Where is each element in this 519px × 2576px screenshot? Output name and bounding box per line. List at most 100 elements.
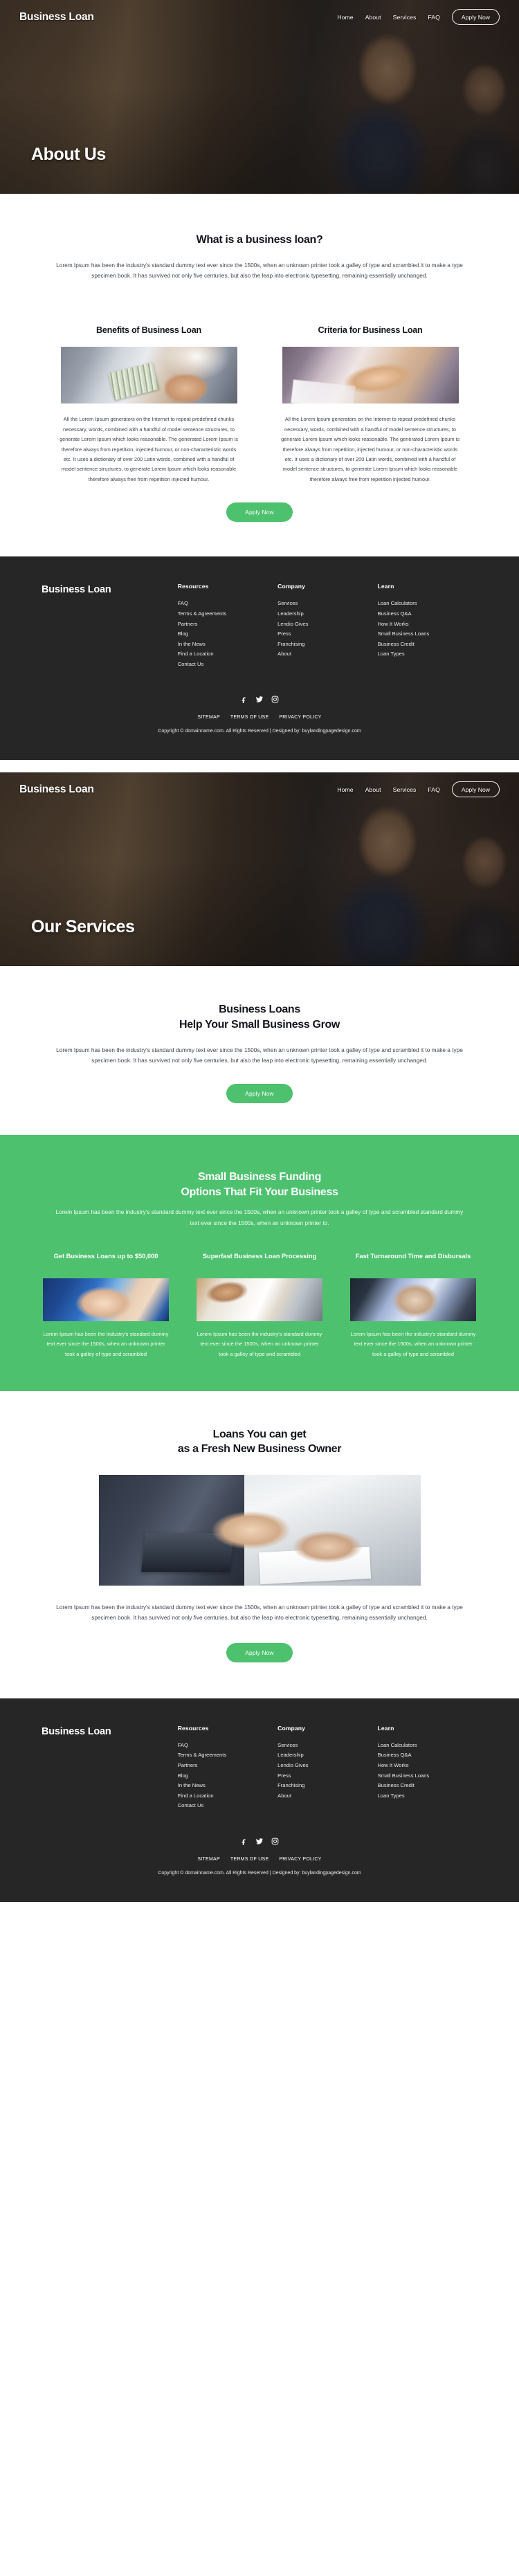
footer-link-partners[interactable]: Partners [178,1761,277,1771]
footer-link-loan-types[interactable]: Loan Types [378,1791,477,1802]
footer-link-press[interactable]: Press [277,629,377,640]
footer-link-faq[interactable]: FAQ [178,599,277,609]
hero-overlay [0,0,519,194]
card-title-processing: Superfast Business Loan Processing [202,1253,317,1260]
footer-link-terms[interactable]: Terms & Agreements [178,609,277,619]
footer-link-blog[interactable]: Blog [178,1771,277,1781]
nav-item-home[interactable]: Home [337,14,353,21]
site-logo[interactable]: Business Loan [19,11,94,24]
instagram-icon[interactable] [271,1838,279,1845]
footer-learn-title: Learn [377,1724,394,1732]
about-cta-wrap: Apply Now [0,484,519,556]
services-intro-title-line1: Business Loans [219,1004,300,1016]
footer-column-learn: Learn Loan Calculators Business Q&A How … [378,1725,477,1811]
footer-link-loan-types[interactable]: Loan Types [378,649,477,660]
loans-body: Lorem Ipsum has been the industry's stan… [56,1604,463,1622]
footer-link-leadership[interactable]: Leadership [277,1750,377,1761]
footer-copyright: Copyright © domainname.com. All Rights R… [158,729,361,734]
nav-item-home[interactable]: Home [337,786,353,793]
footer-link-lendio-gives[interactable]: Lendio Gives [277,619,377,630]
nav-item-about[interactable]: About [365,786,381,793]
footer-link-contact-us[interactable]: Contact Us [178,660,277,670]
nav-item-faq[interactable]: FAQ [428,786,440,793]
funding-title-line1: Small Business Funding [197,1171,322,1183]
nav-item-faq[interactable]: FAQ [428,14,440,21]
nav-item-services[interactable]: Services [393,14,417,21]
footer-link-loan-calculators[interactable]: Loan Calculators [378,1741,477,1751]
twitter-icon[interactable] [255,696,264,703]
legal-link-sitemap[interactable]: SITEMAP [197,1857,219,1862]
footer-column-resources: Resources FAQ Terms & Agreements Partner… [178,1725,277,1811]
footer-link-about[interactable]: About [277,1791,377,1802]
footer-link-business-credit[interactable]: Business Credit [378,1781,477,1791]
footer-link-business-credit[interactable]: Business Credit [378,640,477,650]
about-apply-now-button[interactable]: Apply Now [226,502,293,523]
footer-link-blog[interactable]: Blog [178,629,277,640]
services-apply-now-button[interactable]: Apply Now [226,1084,293,1104]
footer-link-in-the-news[interactable]: In the News [178,640,277,650]
card-body-loan-amount: Lorem Ipsum has been the industry's stan… [43,1331,169,1357]
loans-apply-now-button[interactable]: Apply Now [226,1642,293,1662]
nav-links: Home About Services FAQ Apply Now [337,9,500,25]
footer-link-in-the-news[interactable]: In the News [178,1781,277,1791]
laptop-shape [140,1533,234,1572]
about-hero: Business Loan Home About Services FAQ Ap… [0,0,519,194]
footer-column-company: Company Services Leadership Lendio Gives… [277,1725,377,1811]
legal-link-privacy-policy[interactable]: PRIVACY POLICY [279,715,321,720]
legal-link-terms-of-use[interactable]: TERMS OF USE [230,1857,269,1862]
criteria-column: Criteria for Business Loan All the Lorem… [270,325,471,484]
footer-legal-links: SITEMAP TERMS OF USE PRIVACY POLICY [0,715,519,720]
funding-cards: Get Business Loans up to $50,000 Lorem I… [0,1252,519,1359]
social-links [0,1838,519,1845]
footer-link-services[interactable]: Services [277,1741,377,1751]
nav-apply-now-button[interactable]: Apply Now [451,781,500,798]
footer-link-about[interactable]: About [277,649,377,660]
legal-link-sitemap[interactable]: SITEMAP [197,715,219,720]
twitter-icon[interactable] [255,1838,264,1845]
benefits-column: Benefits of Business Loan All the Lorem … [48,325,249,484]
facebook-icon[interactable] [240,1838,248,1845]
intro-body: Lorem Ipsum has been the industry's stan… [56,261,463,279]
card-body-processing: Lorem Ipsum has been the industry's stan… [197,1331,322,1357]
footer-link-partners[interactable]: Partners [178,619,277,630]
footer-learn-title: Learn [377,583,394,590]
footer-company-title: Company [277,583,305,590]
footer-link-how-it-works[interactable]: How It Works [378,619,477,630]
nav-apply-now-button[interactable]: Apply Now [451,9,500,25]
benefits-criteria-section: Benefits of Business Loan All the Lorem … [0,313,519,557]
footer-link-find-a-location[interactable]: Find a Location [178,649,277,660]
footer-columns: Business Loan Resources FAQ Terms & Agre… [0,1725,519,1811]
handshake-photo [282,347,459,404]
footer-link-business-qa[interactable]: Business Q&A [378,609,477,619]
footer-link-small-business-loans[interactable]: Small Business Loans [378,629,477,640]
footer-link-lendio-gives[interactable]: Lendio Gives [277,1761,377,1771]
handing-cash-photo [60,347,237,404]
loans-title-line2: as a Fresh New Business Owner [177,1443,342,1455]
footer-link-leadership[interactable]: Leadership [277,609,377,619]
footer-link-franchising[interactable]: Franchising [277,1781,377,1791]
criteria-body: All the Lorem Ipsum generators on the In… [281,416,459,482]
footer-link-small-business-loans[interactable]: Small Business Loans [378,1771,477,1781]
footer-link-franchising[interactable]: Franchising [277,640,377,650]
facebook-icon[interactable] [240,696,248,704]
loans-cta-wrap: Apply Now [0,1624,519,1698]
footer-link-terms[interactable]: Terms & Agreements [178,1750,277,1761]
footer-legal-links: SITEMAP TERMS OF USE PRIVACY POLICY [0,1857,519,1862]
footer-link-contact-us[interactable]: Contact Us [178,1801,277,1811]
nav-item-about[interactable]: About [365,14,381,21]
legal-link-terms-of-use[interactable]: TERMS OF USE [230,715,269,720]
footer-link-business-qa[interactable]: Business Q&A [378,1750,477,1761]
footer-link-find-a-location[interactable]: Find a Location [178,1791,277,1802]
instagram-icon[interactable] [271,696,279,703]
footer-link-loan-calculators[interactable]: Loan Calculators [378,599,477,609]
footer-link-press[interactable]: Press [277,1771,377,1781]
funding-card: Superfast Business Loan Processing Lorem… [189,1252,331,1359]
footer-link-services[interactable]: Services [277,599,377,609]
legal-link-privacy-policy[interactable]: PRIVACY POLICY [279,1857,321,1862]
nav-item-services[interactable]: Services [393,786,417,793]
footer-resources-title: Resources [177,583,209,590]
footer-link-faq[interactable]: FAQ [178,1741,277,1751]
social-links [0,696,519,704]
footer-link-how-it-works[interactable]: How It Works [378,1761,477,1771]
site-logo[interactable]: Business Loan [19,783,94,796]
